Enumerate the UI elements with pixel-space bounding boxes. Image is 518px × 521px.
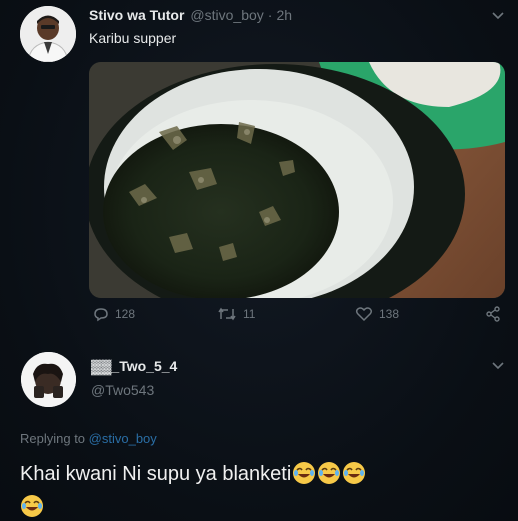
tweet-header: Stivo wa Tutor @stivo_boy · 2h <box>89 7 292 23</box>
timestamp[interactable]: 2h <box>276 7 292 23</box>
like-action[interactable]: 138 <box>355 306 399 322</box>
share-icon <box>486 306 500 322</box>
avatar[interactable] <box>21 352 76 407</box>
display-name[interactable]: Stivo wa Tutor <box>89 7 184 23</box>
retweet-action[interactable]: 11 <box>217 306 255 322</box>
reply-icon <box>94 308 108 322</box>
tweet-text: Karibu supper <box>89 30 177 46</box>
reply-text: Khai kwani Ni supu ya blanketi <box>20 463 292 485</box>
replying-prefix: Replying to <box>20 431 86 446</box>
reply-count: 128 <box>115 307 136 321</box>
avatar[interactable] <box>20 6 76 62</box>
retweet-count: 11 <box>243 307 256 321</box>
joy-emoji-icon <box>343 462 366 484</box>
like-icon <box>355 307 373 322</box>
handle[interactable]: @stivo_boy <box>190 7 263 23</box>
retweet-icon <box>218 307 236 321</box>
share-action[interactable] <box>485 306 501 322</box>
replying-handle-link[interactable]: @stivo_boy <box>89 431 157 446</box>
chevron-down-icon[interactable] <box>492 8 504 24</box>
reply-text-line: Khai kwani Ni supu ya blanketi <box>20 461 366 486</box>
handle[interactable]: @Two543 <box>91 382 154 398</box>
chevron-down-icon[interactable] <box>492 358 504 374</box>
joy-emoji-icon <box>318 462 341 484</box>
separator: · <box>267 7 273 23</box>
display-name[interactable]: ▓▓_Two_5_4 <box>91 358 177 374</box>
timeline: Stivo wa Tutor @stivo_boy · 2h Karibu suppe… <box>0 0 518 521</box>
reply-action[interactable]: 128 <box>93 306 135 322</box>
like-count: 138 <box>379 307 400 321</box>
tweet-media-photo[interactable] <box>89 62 505 298</box>
joy-emoji-icon <box>21 495 43 517</box>
replying-to: Replying to @stivo_boy <box>20 431 157 446</box>
joy-emoji-icon <box>293 462 316 484</box>
